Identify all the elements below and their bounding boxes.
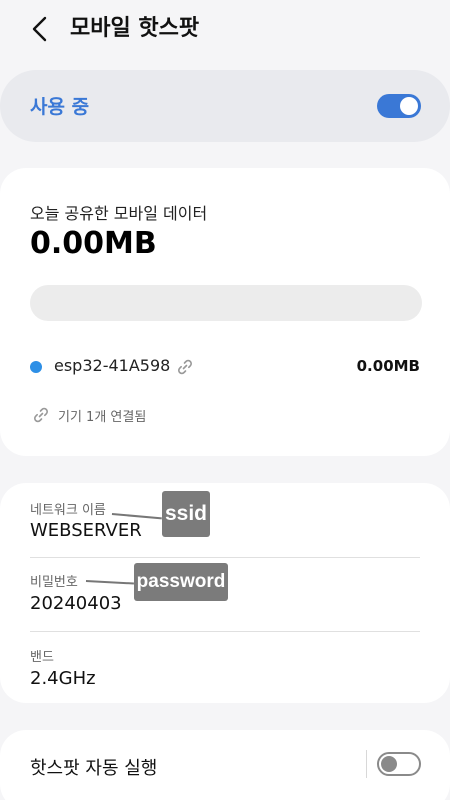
link-icon — [34, 407, 48, 423]
chevron-left-icon — [32, 16, 47, 42]
connected-devices-link[interactable]: 기기 1개 연결됨 — [58, 406, 146, 425]
auto-hotspot-toggle[interactable] — [377, 752, 421, 776]
band-label: 밴드 — [30, 650, 54, 665]
device-status-dot — [30, 361, 42, 373]
data-usage-bar — [30, 285, 422, 321]
toggle-knob — [381, 756, 397, 772]
password-callout: password — [134, 563, 228, 601]
network-name-label: 네트워크 이름 — [30, 503, 106, 518]
data-usage-card: 오늘 공유한 모바일 데이터 0.00MB esp32-41A598 0.00M… — [0, 168, 450, 456]
auto-hotspot-label: 핫스팟 자동 실행 — [30, 758, 158, 779]
password-value: 20240403 — [30, 593, 122, 614]
page-title: 모바일 핫스팟 — [70, 16, 200, 41]
link-icon[interactable] — [176, 358, 194, 376]
back-button[interactable] — [26, 14, 54, 44]
device-name: esp32-41A598 — [54, 356, 171, 375]
network-name-row[interactable]: 네트워크 이름 WEBSERVER — [0, 483, 450, 557]
header: 모바일 핫스팟 — [0, 0, 450, 60]
hotspot-toggle[interactable] — [377, 94, 421, 118]
device-usage: 0.00MB — [356, 357, 420, 375]
password-label: 비밀번호 — [30, 575, 78, 590]
band-value: 2.4GHz — [30, 668, 96, 689]
toggle-knob — [400, 97, 418, 115]
hotspot-status-label: 사용 중 — [30, 96, 90, 118]
ssid-callout: ssid — [162, 491, 210, 537]
network-name-value: WEBSERVER — [30, 520, 142, 541]
divider — [366, 750, 367, 778]
band-row[interactable]: 밴드 2.4GHz — [0, 632, 450, 703]
data-usage-amount: 0.00MB — [30, 226, 157, 261]
data-usage-label: 오늘 공유한 모바일 데이터 — [30, 204, 208, 223]
